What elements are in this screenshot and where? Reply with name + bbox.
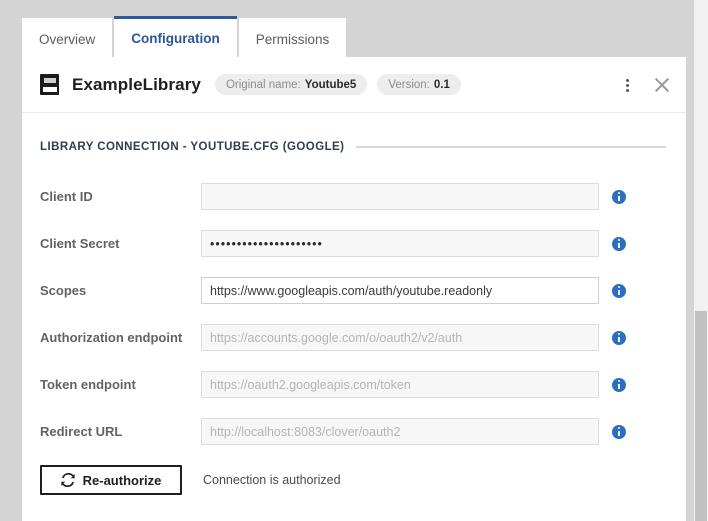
input-token-endpoint[interactable] <box>201 371 599 398</box>
field-row-scopes: Scopes <box>40 277 686 304</box>
field-row-redirect-url: Redirect URL <box>40 418 686 445</box>
label-client-secret: Client Secret <box>40 236 120 251</box>
book-icon <box>40 74 59 95</box>
kebab-menu-icon[interactable] <box>618 76 636 94</box>
app-root: Overview Configuration Permissions Examp… <box>0 0 708 521</box>
header-actions <box>618 57 672 113</box>
scrollbar-thumb[interactable] <box>695 311 707 521</box>
section-divider <box>356 146 666 148</box>
field-row-token-endpoint: Token endpoint <box>40 371 686 398</box>
info-icon-authorization-endpoint[interactable] <box>612 330 626 345</box>
info-icon-redirect-url[interactable] <box>612 424 626 439</box>
tab-permissions[interactable]: Permissions <box>238 18 347 57</box>
badge-version-value: 0.1 <box>433 78 450 91</box>
panel-header: ExampleLibrary Original name: Youtube5 V… <box>22 57 686 113</box>
label-authorization-endpoint: Authorization endpoint <box>40 330 183 345</box>
section-title: LIBRARY CONNECTION - YOUTUBE.CFG (GOOGLE… <box>40 141 345 153</box>
tab-overview-label: Overview <box>39 31 96 47</box>
connection-status-text: Connection is authorized <box>203 473 341 487</box>
badge-version-label: Version: <box>388 78 430 91</box>
input-client-id[interactable] <box>201 183 599 210</box>
input-scopes[interactable] <box>201 277 599 304</box>
badge-original-name: Original name: Youtube5 <box>214 74 368 95</box>
re-authorize-button-label: Re-authorize <box>82 472 162 488</box>
section-header: LIBRARY CONNECTION - YOUTUBE.CFG (GOOGLE… <box>40 141 686 153</box>
tab-configuration-label: Configuration <box>131 30 220 46</box>
info-icon-client-id[interactable] <box>612 189 626 204</box>
input-authorization-endpoint[interactable] <box>201 324 599 351</box>
tab-bar: Overview Configuration Permissions <box>22 0 708 57</box>
field-row-client-id: Client ID <box>40 183 686 210</box>
badge-original-name-value: Youtube5 <box>304 78 357 91</box>
badge-original-name-label: Original name: <box>225 78 301 91</box>
label-scopes: Scopes <box>40 283 87 298</box>
configuration-panel: ExampleLibrary Original name: Youtube5 V… <box>22 57 686 521</box>
page-title: ExampleLibrary <box>72 74 201 94</box>
tab-configuration[interactable]: Configuration <box>114 16 237 57</box>
label-redirect-url: Redirect URL <box>40 424 123 439</box>
refresh-icon <box>60 473 75 487</box>
tab-overview[interactable]: Overview <box>22 18 113 57</box>
vertical-scrollbar[interactable] <box>694 0 708 521</box>
authorization-row: Re-authorize Connection is authorized <box>40 465 686 495</box>
info-icon-token-endpoint[interactable] <box>612 377 626 392</box>
badge-version: Version: 0.1 <box>377 74 461 95</box>
input-client-secret[interactable] <box>201 230 599 257</box>
label-token-endpoint: Token endpoint <box>40 377 136 392</box>
input-redirect-url[interactable] <box>201 418 599 445</box>
re-authorize-button[interactable]: Re-authorize <box>40 465 182 495</box>
tab-permissions-label: Permissions <box>255 31 330 47</box>
panel-body: LIBRARY CONNECTION - YOUTUBE.CFG (GOOGLE… <box>22 113 686 495</box>
close-icon[interactable] <box>652 75 672 95</box>
info-icon-scopes[interactable] <box>612 283 626 298</box>
field-row-client-secret: Client Secret <box>40 230 686 257</box>
info-icon-client-secret[interactable] <box>612 236 626 251</box>
label-client-id: Client ID <box>40 189 93 204</box>
field-row-authorization-endpoint: Authorization endpoint <box>40 324 686 351</box>
